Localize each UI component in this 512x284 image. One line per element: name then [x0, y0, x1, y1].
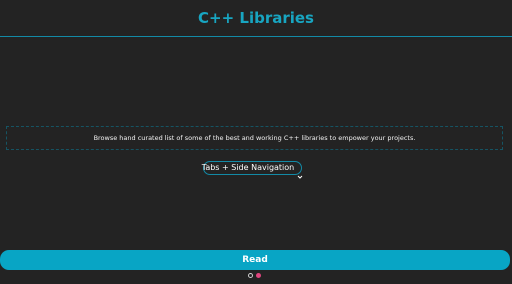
pagination-dot-1[interactable]: [248, 273, 253, 278]
pagination-dots: [248, 273, 262, 279]
pagination-dot-2-active[interactable]: [256, 273, 261, 278]
app-header: C++ Libraries: [0, 0, 512, 37]
page-title: C++ Libraries: [198, 9, 314, 27]
read-button-label: Read: [242, 255, 268, 265]
chevron-down-icon: [297, 165, 303, 179]
description-box: Browse hand curated list of some of the …: [6, 126, 503, 150]
navigation-style-selected-value: Tabs + Side Navigation: [201, 163, 295, 172]
read-button[interactable]: Read: [0, 250, 510, 270]
navigation-style-dropdown[interactable]: Tabs + Side Navigation: [201, 161, 303, 179]
library-description: Browse hand curated list of some of the …: [93, 134, 416, 142]
